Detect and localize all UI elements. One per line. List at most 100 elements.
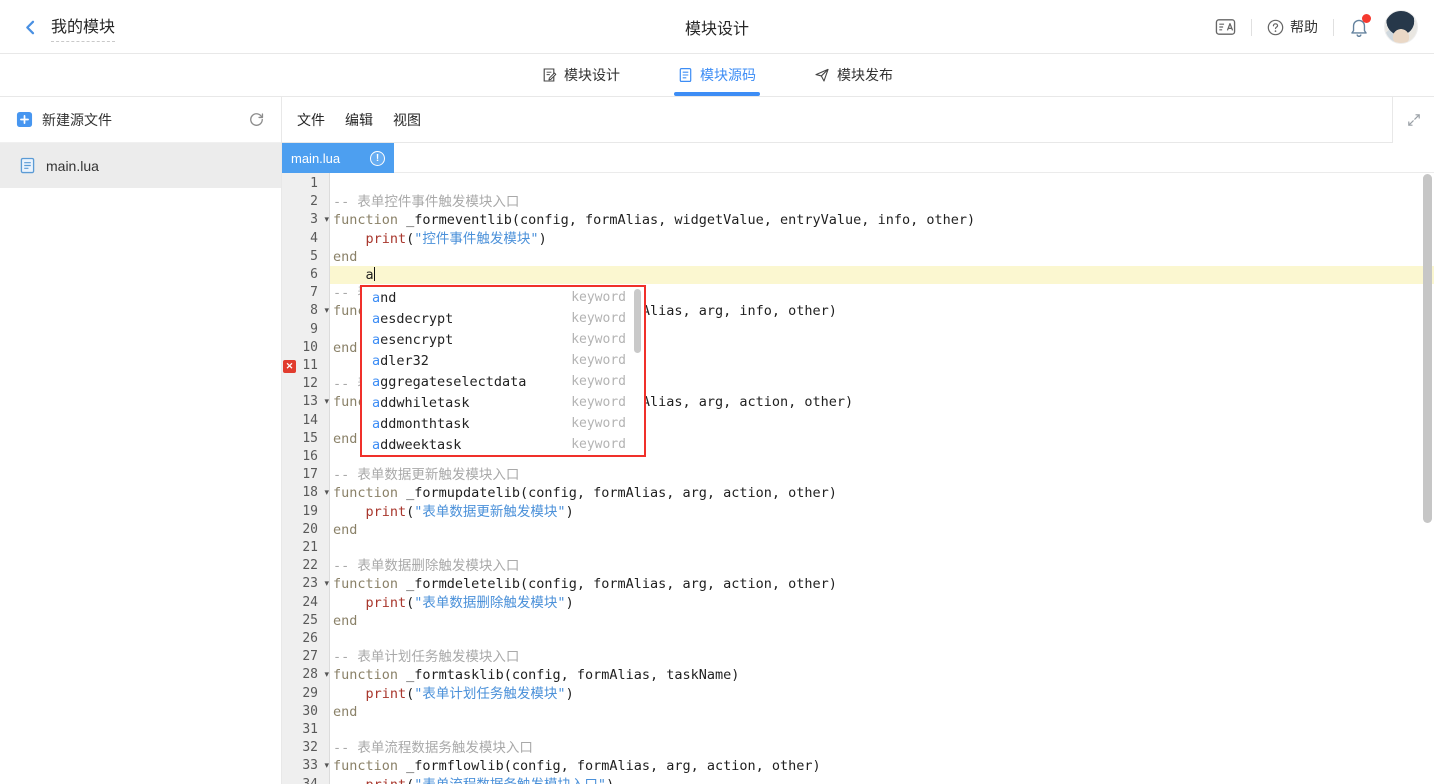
fold-arrow-icon[interactable]: ▾ [324, 393, 329, 411]
back-chevron-icon[interactable] [22, 19, 39, 36]
code-line[interactable]: function _formupdatelib(config, formAlia… [330, 484, 1434, 502]
code-line[interactable] [330, 630, 1434, 648]
module-design-app: 我的模块 模块设计 帮助 [0, 0, 1434, 784]
autocomplete-item[interactable]: addweektaskkeyword [362, 434, 644, 455]
code-line[interactable]: -- 表单流程数据务触发模块入口 [330, 739, 1434, 757]
tab-info-icon[interactable]: ! [370, 151, 385, 166]
error-marker-icon[interactable]: ✕ [283, 360, 296, 373]
editor-tab-main-lua[interactable]: main.lua ! [282, 143, 394, 173]
gutter-row: 14 [282, 412, 330, 431]
code-line[interactable]: end [330, 521, 1434, 539]
autocomplete-scrollbar-thumb[interactable] [634, 289, 641, 353]
menu-file[interactable]: 文件 [297, 110, 325, 130]
autocomplete-item[interactable]: aesdecryptkeyword [362, 308, 644, 329]
code-line[interactable]: function _formtasklib(config, formAlias,… [330, 666, 1434, 684]
fold-arrow-icon[interactable]: ▾ [324, 484, 329, 502]
code-line[interactable]: end [330, 612, 1434, 630]
new-file-icon[interactable] [16, 111, 33, 128]
code-line[interactable]: print("表单计划任务触发模块") [330, 685, 1434, 703]
tab-module-publish[interactable]: 模块发布 [814, 54, 893, 96]
gutter-row: 18 ▾ [282, 484, 330, 503]
nav-tabs: 模块设计 模块源码 模块发布 [0, 54, 1434, 97]
menu-view[interactable]: 视图 [393, 110, 421, 130]
app-header: 我的模块 模块设计 帮助 [0, 0, 1434, 54]
fold-arrow-icon[interactable]: ▾ [324, 302, 329, 320]
editor-tab-name: main.lua [291, 151, 340, 166]
tab-module-design[interactable]: 模块设计 [541, 54, 620, 96]
autocomplete-item[interactable]: aesencryptkeyword [362, 329, 644, 350]
menu-edit[interactable]: 编辑 [345, 110, 373, 130]
code-line[interactable] [330, 721, 1434, 739]
code-line[interactable]: end [330, 703, 1434, 721]
line-number: 9 [310, 321, 318, 339]
gutter-row: 23▾ [282, 575, 330, 594]
autocomplete-item-type: keyword [571, 416, 626, 431]
avatar[interactable] [1384, 10, 1418, 44]
gutter-row: 13▾ [282, 393, 330, 412]
tab-label: 模块源码 [700, 65, 756, 85]
line-number: 28 [302, 666, 318, 684]
gutter-row: 24 [282, 594, 330, 613]
refresh-icon[interactable] [248, 111, 265, 128]
line-number: 14 [302, 412, 318, 430]
gutter-row: 8▾ [282, 302, 330, 321]
code-line[interactable]: print("表单数据删除触发模块") [330, 594, 1434, 612]
notification-dot [1362, 14, 1371, 23]
code-line[interactable]: function _formdeletelib(config, formAlia… [330, 575, 1434, 593]
code-line[interactable]: print("控件事件触发模块") [330, 230, 1434, 248]
autocomplete-item[interactable]: aggregateselectdatakeyword [362, 371, 644, 392]
autocomplete-item[interactable]: andkeyword [362, 287, 644, 308]
fold-arrow-icon[interactable]: ▾ [324, 757, 329, 775]
tab-module-source[interactable]: 模块源码 [678, 54, 756, 96]
fold-arrow-icon[interactable]: ▾ [324, 575, 329, 593]
autocomplete-list: andkeywordaesdecryptkeywordaesencryptkey… [362, 287, 644, 455]
autocomplete-item-type: keyword [571, 374, 626, 389]
autocomplete-item-type: keyword [571, 311, 626, 326]
line-number: 8 [310, 302, 318, 320]
fold-arrow-icon[interactable]: ▾ [324, 211, 329, 229]
gutter-row: 7 [282, 284, 330, 303]
gutter-row: 5 [282, 248, 330, 267]
gutter-row: 32 [282, 739, 330, 758]
help-label: 帮助 [1290, 17, 1318, 37]
code-line[interactable] [330, 539, 1434, 557]
notification-bell-icon[interactable] [1349, 17, 1369, 38]
code-line[interactable]: print("表单数据更新触发模块") [330, 503, 1434, 521]
line-number: 20 [302, 521, 318, 539]
fold-arrow-icon[interactable]: ▾ [324, 666, 329, 684]
sidebar-file-main-lua[interactable]: main.lua [0, 143, 281, 188]
gutter-row: 28 ▾ [282, 666, 330, 685]
line-number: 29 [302, 685, 318, 703]
gutter-row: 16 [282, 448, 330, 467]
autocomplete-item[interactable]: addwhiletaskkeyword [362, 392, 644, 413]
help-button[interactable]: 帮助 [1267, 17, 1318, 37]
back-label[interactable]: 我的模块 [51, 13, 115, 42]
new-file-label[interactable]: 新建源文件 [42, 110, 112, 130]
code-line[interactable]: a [330, 266, 1434, 284]
code-line[interactable]: function _formflowlib(config, formAlias,… [330, 757, 1434, 775]
gutter-row: 12 [282, 375, 330, 394]
code-line[interactable]: end [330, 248, 1434, 266]
autocomplete-item-type: keyword [571, 353, 626, 368]
code-editor[interactable]: 123▾45678▾910✕111213▾1415161718▾19202122… [282, 173, 1434, 784]
code-line[interactable]: function _formeventlib(config, formAlias… [330, 211, 1434, 229]
language-icon[interactable] [1215, 17, 1236, 37]
gutter-row: 34 [282, 776, 330, 784]
code-line[interactable]: -- 表单数据删除触发模块入口 [330, 557, 1434, 575]
code-line[interactable] [330, 175, 1434, 193]
gutter: 123▾45678▾910✕111213▾1415161718▾19202122… [282, 173, 330, 784]
gutter-row: 1 [282, 175, 330, 194]
line-number: 15 [302, 430, 318, 448]
code-line[interactable]: print("表单流程数据务触发模块入口") [330, 776, 1434, 784]
code-line[interactable]: -- 表单数据更新触发模块入口 [330, 466, 1434, 484]
autocomplete-item[interactable]: addmonthtaskkeyword [362, 413, 644, 434]
autocomplete-item[interactable]: adler32keyword [362, 350, 644, 371]
line-number: 4 [310, 230, 318, 248]
code-line[interactable]: -- 表单计划任务触发模块入口 [330, 648, 1434, 666]
code-line[interactable]: -- 表单控件事件触发模块入口 [330, 193, 1434, 211]
new-source-file-row: 新建源文件 [0, 97, 281, 143]
editor-scrollbar-thumb[interactable] [1423, 174, 1432, 523]
autocomplete-item-type: keyword [571, 395, 626, 410]
line-number: 18 [302, 484, 318, 502]
expand-editor-button[interactable] [1392, 97, 1434, 143]
